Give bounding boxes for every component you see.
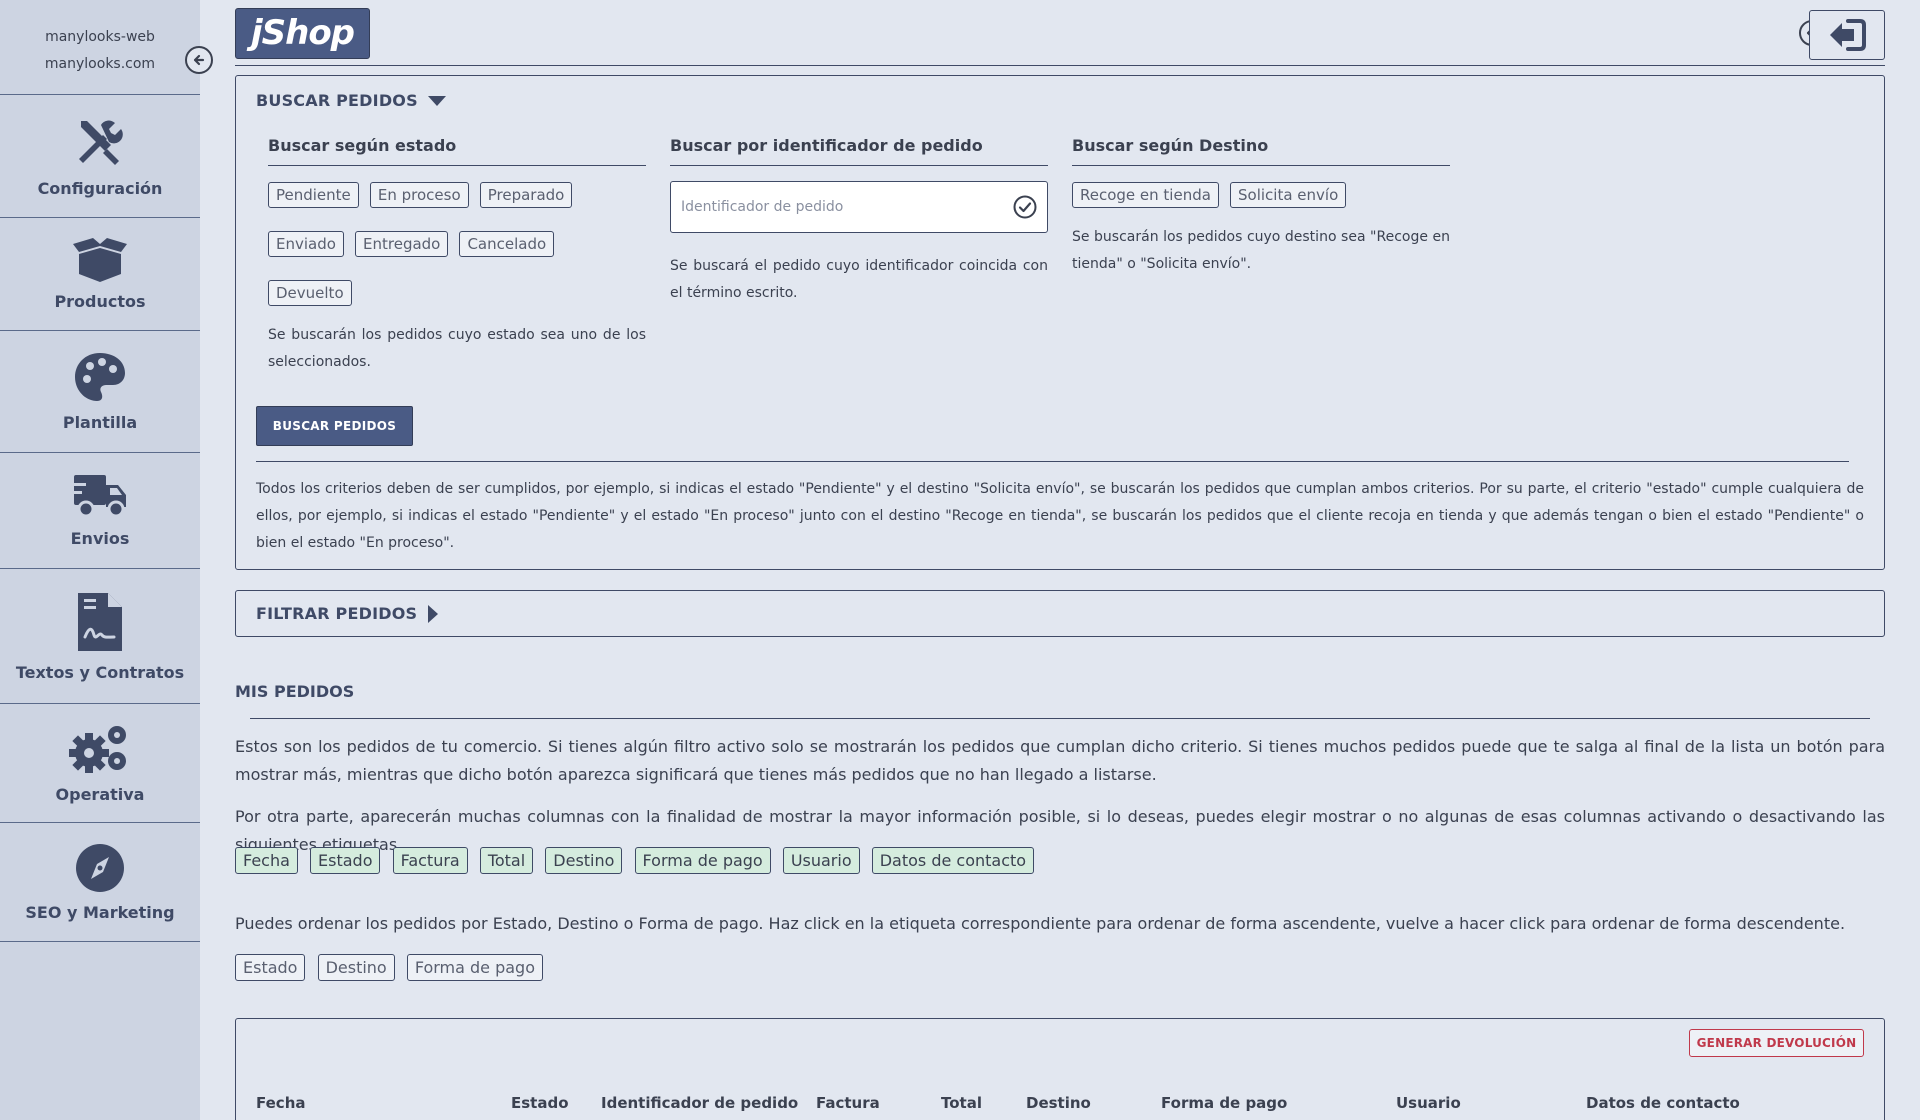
caret-down-icon xyxy=(427,95,446,106)
search-by-status-description: Se buscarán los pedidos cuyo estado sea … xyxy=(268,327,646,370)
table-header-destino[interactable]: Destino xyxy=(1026,1094,1091,1112)
open-box-icon xyxy=(73,237,127,282)
logout-button[interactable] xyxy=(1809,10,1885,60)
column-tag-destino[interactable]: Destino xyxy=(545,847,623,874)
sidebar-item-productos[interactable]: Productos xyxy=(0,218,200,331)
table-header-usuario[interactable]: Usuario xyxy=(1396,1094,1461,1112)
sidebar-item-plantilla[interactable]: Plantilla xyxy=(0,331,200,453)
top-bar: jShop xyxy=(235,0,1885,66)
orders-table-panel: GENERAR DEVOLUCIÓN Fecha Estado Identifi… xyxy=(235,1018,1885,1120)
status-tag-preparado[interactable]: Preparado xyxy=(479,182,573,208)
caret-right-icon xyxy=(428,604,439,623)
sort-tag-estado[interactable]: Estado xyxy=(235,954,306,981)
account-name: manylooks-web xyxy=(45,29,155,45)
sidebar-item-seo-marketing[interactable]: SEO y Marketing xyxy=(0,823,200,942)
status-tag-pendiente[interactable]: Pendiente xyxy=(268,182,359,208)
column-tag-factura[interactable]: Factura xyxy=(392,847,468,874)
sidebar-item-label: Plantilla xyxy=(62,413,138,432)
sidebar-item-operativa[interactable]: Operativa xyxy=(0,704,200,823)
search-orders-toggle[interactable]: BUSCAR PEDIDOS xyxy=(256,91,446,110)
column-toggle-tags: Fecha Estado Factura Total Destino Forma… xyxy=(235,847,1041,874)
arrow-left-icon xyxy=(193,54,205,66)
column-tag-total[interactable]: Total xyxy=(479,847,534,874)
order-id-input[interactable] xyxy=(671,182,1001,232)
my-orders-title: MIS PEDIDOS xyxy=(235,682,355,701)
search-criteria-note: Todos los criterios deben de ser cumplid… xyxy=(256,481,1864,551)
table-header-factura[interactable]: Factura xyxy=(816,1094,880,1112)
destination-tag-recoge-en-tienda[interactable]: Recoge en tienda xyxy=(1072,182,1219,208)
orders-sort-text: Puedes ordenar los pedidos por Estado, D… xyxy=(235,914,1846,933)
filter-orders-panel[interactable]: FILTRAR PEDIDOS xyxy=(235,590,1885,637)
table-header-estado[interactable]: Estado xyxy=(511,1094,569,1112)
search-by-status-heading: Buscar según estado xyxy=(268,136,646,166)
status-tag-entregado[interactable]: Entregado xyxy=(355,231,449,257)
sidebar-item-configuracion[interactable]: Configuración xyxy=(0,95,200,218)
sidebar: manylooks-web manylooks.com Configuració… xyxy=(0,0,213,1120)
generate-return-button[interactable]: GENERAR DEVOLUCIÓN xyxy=(1689,1029,1864,1057)
search-by-status: Buscar según estado Pendiente En proceso… xyxy=(268,136,646,376)
search-by-destination-heading: Buscar según Destino xyxy=(1072,136,1450,166)
account-domain: manylooks.com xyxy=(44,56,156,72)
gears-icon xyxy=(69,725,126,773)
sidebar-item-envios[interactable]: Envios xyxy=(0,453,200,569)
search-by-id-description: Se buscará el pedido cuyo identificador … xyxy=(670,258,1048,301)
sidebar-item-label: Operativa xyxy=(55,784,145,804)
filter-orders-toggle[interactable]: FILTRAR PEDIDOS xyxy=(256,604,439,623)
status-tag-devuelto[interactable]: Devuelto xyxy=(268,280,352,306)
compass-icon xyxy=(76,843,124,892)
orders-intro: Estos son los pedidos de tu comercio. Si… xyxy=(235,737,1885,784)
sort-tag-forma-de-pago[interactable]: Forma de pago xyxy=(406,954,543,981)
sidebar-item-label: SEO y Marketing xyxy=(25,902,175,922)
status-tag-en-proceso[interactable]: En proceso xyxy=(369,182,469,208)
palette-icon xyxy=(75,353,125,401)
tools-icon xyxy=(79,120,123,165)
collapse-sidebar-button[interactable] xyxy=(185,46,213,74)
search-orders-panel: BUSCAR PEDIDOS Buscar según estado Pendi… xyxy=(235,75,1885,570)
divider xyxy=(250,718,1870,719)
search-by-destination: Buscar según Destino Recoge en tienda So… xyxy=(1072,136,1450,278)
column-tag-estado[interactable]: Estado xyxy=(310,847,381,874)
column-tag-datos-de-contacto[interactable]: Datos de contacto xyxy=(871,847,1035,874)
sidebar-item-label: Configuración xyxy=(37,178,163,198)
search-orders-title: BUSCAR PEDIDOS xyxy=(256,91,418,110)
search-by-id: Buscar por identificador de pedido Se bu… xyxy=(670,136,1048,307)
sign-out-icon xyxy=(1830,19,1866,51)
status-tag-enviado[interactable]: Enviado xyxy=(268,231,344,257)
table-header-fecha[interactable]: Fecha xyxy=(256,1094,306,1112)
column-tag-forma-de-pago[interactable]: Forma de pago xyxy=(634,847,771,874)
sort-tag-destino[interactable]: Destino xyxy=(317,954,395,981)
contract-icon xyxy=(78,592,122,651)
sidebar-item-label: Textos y Contratos xyxy=(15,662,185,682)
search-by-destination-description: Se buscarán los pedidos cuyo destino sea… xyxy=(1072,229,1450,272)
column-tag-fecha[interactable]: Fecha xyxy=(235,847,298,874)
app-logo[interactable]: jShop xyxy=(235,8,370,59)
order-id-field[interactable] xyxy=(670,181,1048,233)
table-header-total[interactable]: Total xyxy=(941,1094,982,1112)
column-tag-usuario[interactable]: Usuario xyxy=(782,847,860,874)
truck-icon xyxy=(72,475,126,518)
sidebar-item-textos-contratos[interactable]: Textos y Contratos xyxy=(0,569,200,704)
check-circle-icon[interactable] xyxy=(1013,195,1037,219)
destination-tag-solicita-envio[interactable]: Solicita envío xyxy=(1230,182,1347,208)
table-header-datos-de-contacto[interactable]: Datos de contacto xyxy=(1586,1094,1740,1112)
search-by-id-heading: Buscar por identificador de pedido xyxy=(670,136,1048,166)
table-header-identificador[interactable]: Identificador de pedido xyxy=(601,1094,798,1112)
divider xyxy=(256,461,1849,462)
search-orders-button[interactable]: BUSCAR PEDIDOS xyxy=(256,406,413,446)
sidebar-item-label: Productos xyxy=(54,291,146,311)
filter-orders-title: FILTRAR PEDIDOS xyxy=(256,604,418,623)
sidebar-item-label: Envios xyxy=(70,529,130,548)
status-tag-cancelado[interactable]: Cancelado xyxy=(459,231,555,257)
table-header-forma-de-pago[interactable]: Forma de pago xyxy=(1161,1094,1287,1112)
account-info: manylooks-web manylooks.com xyxy=(0,0,213,95)
sort-tags: Estado Destino Forma de pago xyxy=(235,954,550,981)
